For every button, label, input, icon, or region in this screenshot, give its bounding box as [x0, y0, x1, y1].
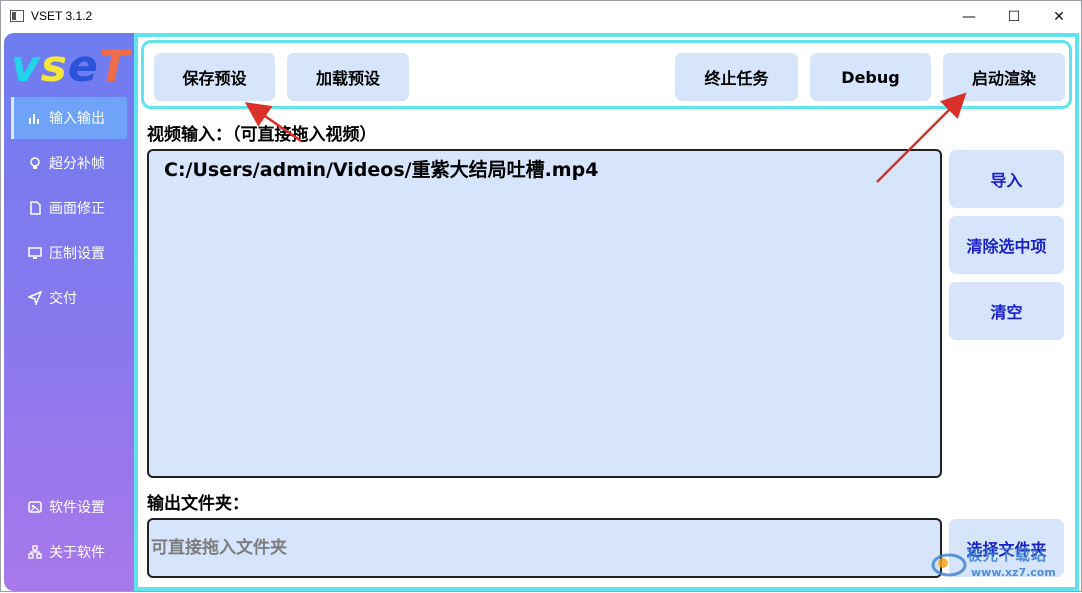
send-icon — [27, 290, 43, 306]
watermark-url: www.xz7.com — [971, 566, 1056, 579]
sidebar-item-label: 软件设置 — [49, 500, 105, 516]
title-bar: VSET 3.1.2 — ☐ ✕ — [1, 1, 1081, 32]
close-button[interactable]: ✕ — [1036, 1, 1082, 32]
watermark-text: 极光下载站 — [967, 546, 1048, 564]
sidebar-item-label: 画面修正 — [49, 201, 105, 217]
debug-button[interactable]: Debug — [810, 53, 931, 101]
load-preset-button[interactable]: 加载预设 — [287, 53, 409, 101]
clear-all-button[interactable]: 清空 — [949, 282, 1064, 340]
window-title: VSET 3.1.2 — [31, 9, 93, 23]
sidebar-item-input-output[interactable]: 输入输出 — [11, 97, 127, 139]
sidebar-item-deliver[interactable]: 交付 — [11, 277, 127, 319]
output-folder-field[interactable] — [147, 518, 942, 578]
app-window: VSET 3.1.2 — ☐ ✕ vseT 输入输出 超分补帧 画面修正 压制设… — [0, 0, 1082, 592]
list-item[interactable]: C:/Users/admin/Videos/重紫大结局吐槽.mp4 — [164, 155, 598, 182]
import-button[interactable]: 导入 — [949, 150, 1064, 208]
save-preset-button[interactable]: 保存预设 — [154, 53, 275, 101]
sidebar-item-super-resolution[interactable]: 超分补帧 — [11, 142, 127, 184]
toolbar: 保存预设 加载预设 终止任务 Debug 启动渲染 — [141, 40, 1072, 109]
start-render-button[interactable]: 启动渲染 — [943, 53, 1065, 101]
sidebar-item-encode-settings[interactable]: 压制设置 — [11, 232, 127, 274]
sidebar-item-picture-fix[interactable]: 画面修正 — [11, 187, 127, 229]
video-input-label: 视频输入：（可直接拖入视频） — [147, 125, 377, 145]
sidebar-item-label: 超分补帧 — [49, 156, 105, 172]
app-icon — [10, 10, 24, 22]
watermark-logo-icon — [931, 553, 967, 577]
bulb-icon — [27, 155, 43, 171]
stop-task-button[interactable]: 终止任务 — [675, 53, 798, 101]
output-folder-input[interactable] — [151, 534, 931, 562]
monitor-icon — [27, 245, 43, 261]
sidebar-item-software-settings[interactable]: 软件设置 — [11, 486, 127, 528]
sidebar-item-label: 输入输出 — [49, 111, 105, 127]
sidebar-item-label: 压制设置 — [49, 246, 105, 262]
image-settings-icon — [27, 499, 43, 515]
sidebar: vseT 输入输出 超分补帧 画面修正 压制设置 交付 软件设置 关于软件 — [4, 33, 134, 591]
watermark: 极光下载站 www.xz7.com — [931, 541, 1081, 591]
main-content: 保存预设 加载预设 终止任务 Debug 启动渲染 视频输入：（可直接拖入视频）… — [138, 37, 1075, 587]
video-input-list[interactable]: C:/Users/admin/Videos/重紫大结局吐槽.mp4 — [147, 149, 942, 478]
output-folder-label: 输出文件夹： — [147, 494, 249, 514]
bar-chart-icon — [27, 110, 43, 126]
org-chart-icon — [27, 544, 43, 560]
minimize-button[interactable]: — — [946, 1, 992, 32]
clear-selected-button[interactable]: 清除选中项 — [949, 216, 1064, 274]
sidebar-item-about[interactable]: 关于软件 — [11, 531, 127, 573]
document-icon — [27, 200, 43, 216]
sidebar-item-label: 交付 — [49, 291, 77, 307]
sidebar-item-label: 关于软件 — [49, 545, 105, 561]
main-panel: 保存预设 加载预设 终止任务 Debug 启动渲染 视频输入：（可直接拖入视频）… — [134, 33, 1079, 591]
maximize-button[interactable]: ☐ — [991, 1, 1037, 32]
app-logo: vseT — [11, 41, 130, 92]
